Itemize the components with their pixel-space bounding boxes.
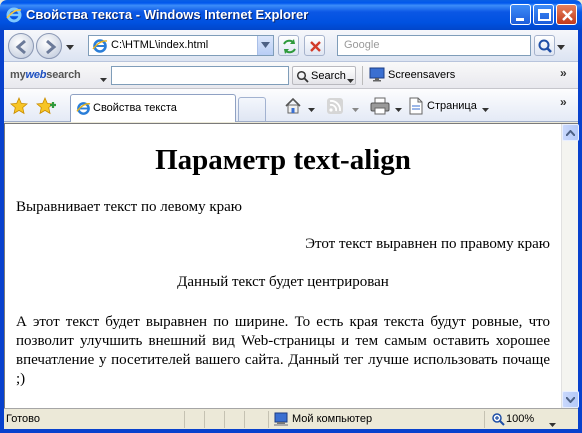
zoom-chevron-down-icon[interactable] — [549, 418, 556, 430]
forward-arrow-icon — [46, 39, 57, 55]
page-menu-button[interactable]: Страница — [427, 100, 477, 112]
search-options-chevron-down-icon[interactable] — [557, 41, 565, 53]
ie-logo-icon — [6, 7, 22, 23]
page-ie-icon — [92, 38, 108, 54]
mywebsearch-input[interactable] — [111, 66, 289, 85]
status-text: Готово — [6, 413, 40, 425]
status-divider — [184, 411, 185, 428]
toolbar-separator — [362, 66, 363, 85]
search-icon — [296, 70, 309, 86]
scroll-down-button[interactable] — [562, 391, 579, 408]
home-icon[interactable] — [284, 97, 302, 118]
window-title: Свойства текста - Windows Internet Explo… — [26, 7, 309, 22]
address-dropdown-icon[interactable] — [257, 36, 273, 55]
search-button[interactable] — [534, 35, 555, 56]
favorites-star-icon[interactable] — [10, 96, 28, 118]
search-chevron-down-icon[interactable] — [347, 74, 354, 86]
tab-ie-icon — [76, 101, 91, 119]
refresh-icon — [283, 39, 296, 54]
mywebsearch-logo[interactable]: mywebsearch — [10, 69, 81, 81]
zoom-level[interactable]: 100% — [506, 413, 534, 425]
recent-pages-chevron-down-icon[interactable] — [66, 41, 74, 53]
address-url: C:\HTML\index.html — [111, 39, 209, 51]
back-arrow-icon — [15, 39, 26, 55]
rss-feed-icon[interactable] — [326, 97, 344, 118]
status-divider — [244, 411, 245, 428]
page-chevron-down-icon[interactable] — [482, 103, 489, 115]
security-zone-label: Мой компьютер — [292, 413, 373, 425]
status-divider — [268, 411, 269, 428]
tab-active[interactable]: Свойства текста — [70, 94, 236, 122]
minimize-button[interactable] — [510, 4, 531, 25]
logo-suffix: search — [46, 69, 81, 81]
scroll-up-arrow-icon — [566, 130, 575, 136]
home-chevron-down-icon[interactable] — [308, 103, 315, 115]
magnifier-icon — [538, 39, 552, 53]
logo-prefix: my — [10, 69, 26, 81]
window-frame-bottom — [0, 429, 582, 433]
page-heading: Параметр text-align — [155, 144, 411, 176]
toolbar-more-chevron-icon[interactable]: » — [560, 66, 567, 80]
stop-button[interactable] — [304, 35, 325, 56]
feed-chevron-down-icon[interactable] — [352, 103, 359, 115]
printer-icon[interactable] — [370, 97, 390, 118]
paragraph-left: Выравнивает текст по левому краю — [16, 199, 242, 215]
status-divider — [224, 411, 225, 428]
page-menu-icon[interactable] — [408, 97, 424, 118]
zoom-magnifier-icon[interactable] — [491, 412, 505, 429]
title-bar[interactable]: Свойства текста - Windows Internet Explo… — [0, 0, 582, 30]
monitor-icon — [369, 67, 385, 85]
refresh-button[interactable] — [278, 35, 299, 56]
forward-button[interactable] — [36, 33, 62, 59]
status-bar: Готово Мой компьютер 100% — [4, 408, 578, 429]
address-toolbar: C:\HTML\index.html Google — [4, 30, 578, 62]
mywebsearch-search-button[interactable]: Search — [292, 66, 356, 85]
stop-icon — [310, 41, 321, 52]
computer-zone-icon — [274, 412, 290, 430]
mywebsearch-chevron-down-icon[interactable] — [100, 73, 107, 85]
new-tab-button[interactable] — [238, 97, 266, 121]
search-placeholder: Google — [344, 39, 380, 51]
vertical-scrollbar[interactable] — [561, 124, 579, 408]
scroll-down-arrow-icon — [566, 397, 575, 403]
print-chevron-down-icon[interactable] — [395, 103, 402, 115]
add-favorites-icon[interactable] — [36, 96, 56, 118]
window-frame-right — [578, 30, 582, 433]
tab-toolbar: Свойства текста Страница » — [4, 89, 578, 122]
status-divider — [484, 411, 485, 428]
maximize-button[interactable] — [533, 4, 554, 25]
logo-web: web — [25, 69, 47, 81]
search-input[interactable]: Google — [337, 35, 531, 56]
search-label: Search — [311, 70, 346, 82]
close-button[interactable] — [556, 4, 577, 25]
paragraph-right: Этот текст выравнен по правому краю — [305, 236, 550, 252]
status-divider — [204, 411, 205, 428]
back-button[interactable] — [8, 33, 34, 59]
command-bar-more-chevron-icon[interactable]: » — [560, 95, 567, 109]
browser-viewport: Параметр text-align Выравнивает текст по… — [4, 123, 579, 408]
address-field[interactable]: C:\HTML\index.html — [88, 35, 274, 56]
paragraph-justify: А этот текст будет выравнен по ширине. Т… — [16, 314, 550, 387]
tab-label: Свойства текста — [93, 102, 177, 114]
scroll-up-button[interactable] — [562, 124, 579, 141]
page-content: Параметр text-align Выравнивает текст по… — [5, 124, 561, 408]
screensavers-link[interactable]: Screensavers — [388, 69, 455, 81]
paragraph-center: Данный текст будет центрирован — [177, 274, 389, 290]
mywebsearch-toolbar: mywebsearch Search Screensavers » — [4, 62, 578, 89]
